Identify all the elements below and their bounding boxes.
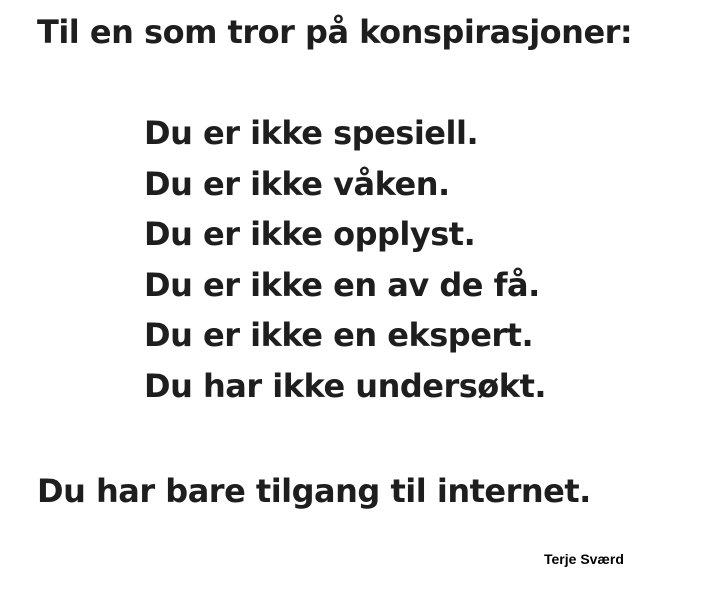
poem-line: Du er ikke våken. — [144, 164, 450, 203]
author-signature: Terje Sværd — [544, 551, 624, 567]
poem-line: Du er ikke en ekspert. — [144, 316, 534, 354]
poem-line: Du har ikke undersøkt. — [144, 366, 547, 405]
poem-conclusion: Du har bare tilgang til internet. — [37, 472, 591, 510]
poem-line: Du er ikke spesiell. — [144, 114, 479, 152]
poem-line: Du er ikke en av de få. — [144, 265, 540, 304]
poem-heading: Til en som tror på konspirasjoner: — [37, 13, 633, 51]
poem-lines: Du er ikke spesiell. Du er ikke våken. D… — [144, 108, 547, 411]
poem-line: Du er ikke opplyst. — [144, 215, 476, 253]
